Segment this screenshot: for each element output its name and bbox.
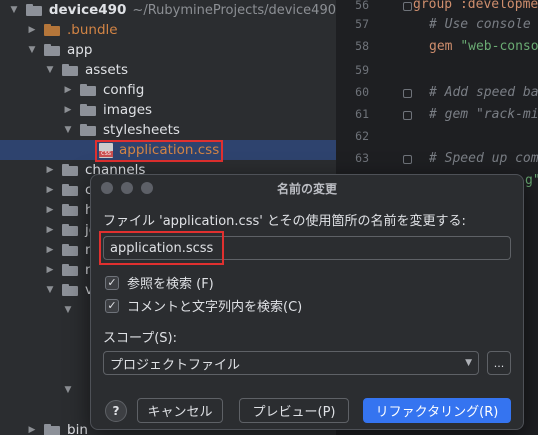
- help-button[interactable]: ?: [105, 400, 127, 422]
- search-references-checkbox[interactable]: ✓: [105, 275, 119, 290]
- folder-icon: [44, 44, 60, 56]
- search-comments-checkbox[interactable]: ✓: [105, 298, 119, 313]
- folder-icon: [62, 64, 78, 76]
- tree-item-label: bin: [67, 422, 88, 435]
- code-line: # gem "rack-mi: [429, 107, 538, 122]
- code-line: gem "web-conso: [429, 39, 538, 54]
- tree-item-stylesheets[interactable]: ▼ stylesheets: [0, 120, 336, 140]
- search-comments-option[interactable]: ✓ コメントと文字列内を検索(C): [105, 296, 302, 315]
- folder-icon: [25, 4, 42, 16]
- chevron-right-icon[interactable]: ▶: [62, 84, 74, 96]
- folder-icon: [62, 204, 78, 216]
- tree-item-label: stylesheets: [103, 122, 180, 138]
- line-number: 63: [355, 151, 369, 165]
- code-line: # Add speed ba: [429, 85, 538, 100]
- line-number: 59: [355, 63, 369, 77]
- tree-item-label: config: [103, 82, 145, 98]
- dialog-titlebar[interactable]: 名前の変更: [91, 175, 523, 201]
- fold-icon[interactable]: [403, 89, 412, 98]
- fold-icon[interactable]: [403, 2, 412, 11]
- chevron-right-icon[interactable]: ▶: [44, 244, 56, 256]
- minimize-window-icon[interactable]: [121, 182, 133, 194]
- fold-icon[interactable]: [403, 155, 412, 164]
- line-number: 61: [355, 107, 369, 121]
- chevron-right-icon[interactable]: ▶: [44, 204, 56, 216]
- close-window-icon[interactable]: [101, 182, 113, 194]
- folder-icon: [44, 24, 60, 36]
- line-number: 60: [355, 85, 369, 99]
- tree-item-label: app: [67, 42, 93, 58]
- folder-icon: [62, 264, 78, 276]
- chevron-right-icon[interactable]: ▶: [26, 24, 38, 36]
- chevron-down-icon[interactable]: ▼: [44, 284, 56, 296]
- folder-icon: [80, 104, 96, 116]
- chevron-down-icon[interactable]: ▼: [62, 304, 74, 316]
- code-line: # Use console: [429, 17, 531, 32]
- tree-item-config[interactable]: ▶ config: [0, 80, 336, 100]
- window-controls: [101, 182, 153, 194]
- tree-item-assets[interactable]: ▼ assets: [0, 60, 336, 80]
- refactor-button[interactable]: リファクタリング(R): [363, 398, 511, 423]
- scope-value: プロジェクトファイル: [110, 357, 241, 373]
- tree-item-label: .bundle: [67, 22, 118, 38]
- folder-icon: [62, 224, 78, 236]
- dialog-title: 名前の変更: [276, 181, 337, 196]
- folder-icon: [62, 244, 78, 256]
- chevron-down-icon[interactable]: ▼: [44, 64, 56, 76]
- chevron-right-icon[interactable]: ▶: [44, 184, 56, 196]
- tree-item-label: images: [103, 102, 153, 118]
- code-keyword: gem: [429, 39, 461, 54]
- line-number: 62: [355, 129, 369, 143]
- code-line: group :developme: [413, 0, 538, 12]
- search-references-label: 参照を検索 (F): [127, 277, 214, 292]
- chevron-down-icon[interactable]: ▼: [8, 4, 20, 16]
- chevron-right-icon[interactable]: ▶: [26, 424, 38, 435]
- folder-icon: [80, 84, 96, 96]
- chevron-right-icon[interactable]: ▶: [44, 224, 56, 236]
- search-comments-label: コメントと文字列内を検索(C): [127, 300, 303, 315]
- highlight-box: [95, 140, 223, 162]
- rename-dialog: 名前の変更 ファイル 'application.css' とその使用箇所の名前を…: [90, 174, 524, 430]
- code-line: g": [525, 173, 538, 188]
- tree-item-images[interactable]: ▶ images: [0, 100, 336, 120]
- folder-icon: [62, 164, 78, 176]
- root-name: device490: [48, 2, 127, 18]
- folder-icon: [62, 284, 78, 296]
- folder-icon: [62, 184, 78, 196]
- chevron-right-icon[interactable]: ▶: [44, 164, 56, 176]
- highlight-box: [99, 231, 224, 265]
- preview-button[interactable]: プレビュー(P): [239, 398, 349, 423]
- zoom-window-icon[interactable]: [141, 182, 153, 194]
- code-string: "web-conso: [460, 39, 538, 54]
- fold-icon[interactable]: [403, 111, 412, 120]
- scope-more-button[interactable]: ...: [487, 351, 511, 375]
- folder-icon: [80, 124, 96, 136]
- tree-root-device490[interactable]: ▼ device490 ~/RubymineProjects/device490: [0, 0, 337, 20]
- chevron-down-icon[interactable]: ▼: [26, 44, 38, 56]
- rename-prompt: ファイル 'application.css' とその使用箇所の名前を変更する:: [103, 214, 466, 229]
- cancel-button[interactable]: キャンセル: [137, 398, 223, 423]
- chevron-down-icon[interactable]: ▼: [62, 384, 74, 396]
- scope-select[interactable]: プロジェクトファイル ▼: [103, 351, 479, 375]
- chevron-down-icon[interactable]: ▼: [62, 124, 74, 136]
- folder-icon: [44, 424, 60, 435]
- scope-label: スコープ(S):: [103, 331, 177, 346]
- line-number: 58: [355, 39, 369, 53]
- search-references-option[interactable]: ✓ 参照を検索 (F): [105, 273, 214, 292]
- line-number: 56: [355, 0, 369, 12]
- tree-item-app[interactable]: ▼ app: [0, 40, 336, 60]
- chevron-right-icon[interactable]: ▶: [44, 264, 56, 276]
- tree-item-bundle[interactable]: ▶ .bundle: [0, 20, 336, 40]
- line-number: 57: [355, 17, 369, 31]
- root-path: ~/RubymineProjects/device490: [132, 2, 336, 18]
- chevron-down-icon: ▼: [465, 358, 472, 368]
- chevron-right-icon[interactable]: ▶: [62, 104, 74, 116]
- tree-item-label: assets: [85, 62, 128, 78]
- code-line: # Speed up com: [429, 151, 538, 166]
